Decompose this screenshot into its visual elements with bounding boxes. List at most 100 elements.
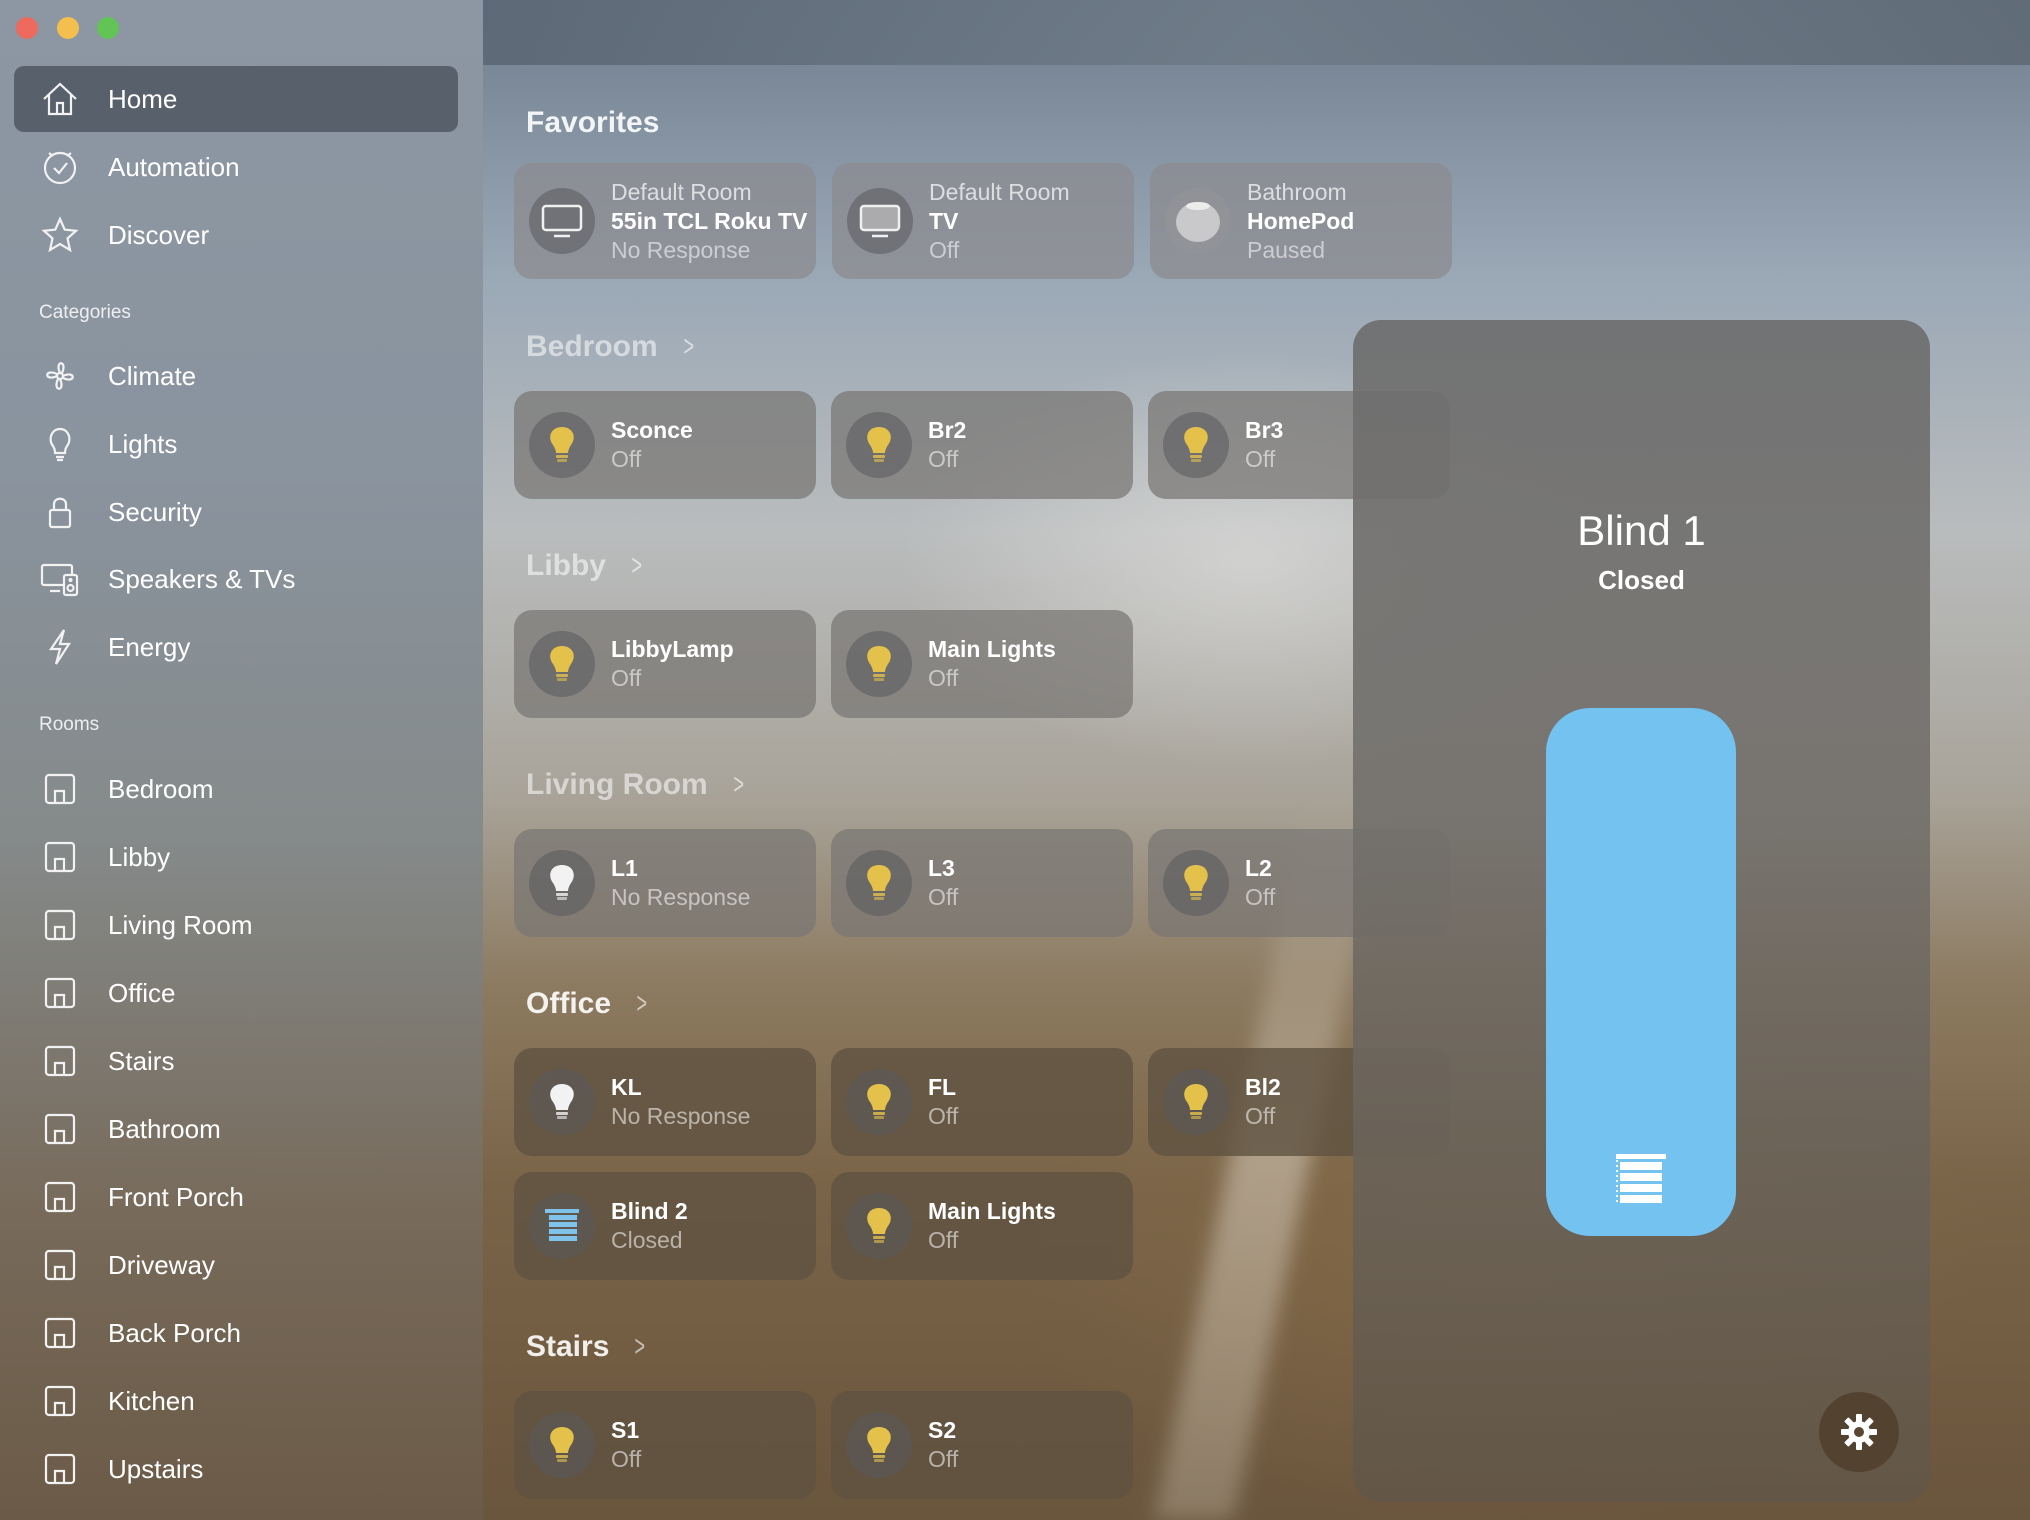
- sidebar-item-label: Speakers & TVs: [108, 563, 296, 594]
- living-room-heading[interactable]: Living Room >: [526, 768, 747, 802]
- sidebar-item-back-porch[interactable]: Back Porch: [14, 1300, 458, 1366]
- tile-status: No Response: [611, 1103, 751, 1129]
- bedroom-heading[interactable]: Bedroom >: [526, 330, 697, 364]
- sidebar-item-climate[interactable]: Climate: [14, 343, 458, 409]
- categories-heading: Categories: [39, 302, 131, 323]
- favorite-tile-homepod[interactable]: Bathroom HomePod Paused: [1150, 163, 1452, 279]
- tile-status: Off: [929, 236, 960, 263]
- chevron-right-icon: >: [636, 987, 648, 1020]
- room-icon: [38, 835, 82, 879]
- accessory-tile-l1[interactable]: L1 No Response: [514, 829, 816, 937]
- section-title-label: Living Room: [526, 768, 708, 801]
- tile-status: Off: [928, 1227, 959, 1253]
- sidebar-item-discover[interactable]: Discover: [14, 202, 458, 268]
- office-heading[interactable]: Office >: [526, 987, 651, 1021]
- tile-status: Off: [928, 446, 959, 472]
- section-title-label: Stairs: [526, 1330, 610, 1363]
- tile-name: Blind 2: [611, 1198, 688, 1224]
- tile-name: Sconce: [611, 417, 693, 443]
- tile-status: Off: [1245, 1103, 1276, 1129]
- accessory-settings-button[interactable]: [1819, 1392, 1899, 1472]
- tile-name: S2: [928, 1417, 957, 1443]
- close-window-button[interactable]: [16, 17, 38, 39]
- sidebar-item-front-porch[interactable]: Front Porch: [14, 1164, 458, 1230]
- accessory-tile-sconce[interactable]: Sconce Off: [514, 391, 816, 499]
- zoom-window-button[interactable]: [97, 17, 119, 39]
- chevron-right-icon: >: [631, 549, 643, 582]
- sidebar-item-label: Upstairs: [108, 1453, 204, 1484]
- sidebar-item-kitchen[interactable]: Kitchen: [14, 1368, 458, 1434]
- tile-status: Off: [928, 1103, 959, 1129]
- lightbulb-icon: [846, 1193, 912, 1259]
- fan-icon: [38, 354, 82, 398]
- tile-name: HomePod: [1247, 207, 1355, 234]
- favorite-tile-tv[interactable]: Default Room TV Off: [832, 163, 1134, 279]
- sidebar-item-bathroom[interactable]: Bathroom: [14, 1096, 458, 1162]
- blind-position-slider[interactable]: [1546, 708, 1736, 1236]
- sidebar-item-living-room[interactable]: Living Room: [14, 892, 458, 958]
- accessory-tile-s2[interactable]: S2 Off: [831, 1391, 1133, 1499]
- room-icon: [38, 1107, 82, 1151]
- tile-name: Br2: [928, 417, 967, 443]
- room-icon: [38, 767, 82, 811]
- accessory-tile-s1[interactable]: S1 Off: [514, 1391, 816, 1499]
- room-icon: [38, 1379, 82, 1423]
- favorite-tile-roku-tv[interactable]: Default Room 55in TCL Roku TV No Respons…: [514, 163, 816, 279]
- section-title-label: Office: [526, 987, 612, 1020]
- tile-status: Off: [1245, 884, 1276, 910]
- sidebar-item-automation[interactable]: Automation: [14, 134, 458, 200]
- accessory-tile-main-lights[interactable]: Main Lights Off: [831, 610, 1133, 718]
- tile-name: LibbyLamp: [611, 636, 734, 662]
- accessory-tile-blind-2[interactable]: Blind 2 Closed: [514, 1172, 816, 1280]
- accessory-tile-l3[interactable]: L3 Off: [831, 829, 1133, 937]
- sidebar-item-label: Office: [108, 977, 176, 1008]
- libby-heading[interactable]: Libby >: [526, 549, 646, 583]
- detail-accessory-name: Blind 1: [1577, 507, 1706, 554]
- sidebar-item-stairs[interactable]: Stairs: [14, 1028, 458, 1094]
- sidebar-item-label: Bedroom: [108, 773, 214, 804]
- sidebar-item-home[interactable]: Home: [14, 66, 458, 132]
- tile-name: FL: [928, 1074, 957, 1100]
- sidebar-item-bedroom[interactable]: Bedroom: [14, 756, 458, 822]
- sidebar-item-upstairs[interactable]: Upstairs: [14, 1436, 458, 1502]
- sidebar: Home Automation Discover Categories Clim…: [0, 0, 483, 1520]
- detail-accessory-status: Closed: [1598, 565, 1685, 595]
- tile-room: Bathroom: [1247, 178, 1347, 205]
- sidebar-item-libby[interactable]: Libby: [14, 824, 458, 890]
- section-title-label: Bedroom: [526, 330, 658, 363]
- minimize-window-button[interactable]: [57, 17, 79, 39]
- sidebar-item-label: Driveway: [108, 1249, 215, 1280]
- sidebar-item-lights[interactable]: Lights: [14, 411, 458, 477]
- accessory-tile-libbylamp[interactable]: LibbyLamp Off: [514, 610, 816, 718]
- tile-name: TV: [929, 207, 959, 234]
- room-icon: [38, 903, 82, 947]
- tile-name: L3: [928, 855, 955, 881]
- accessory-tile-br2[interactable]: Br2 Off: [831, 391, 1133, 499]
- accessory-tile-main-lights[interactable]: Main Lights Off: [831, 1172, 1133, 1280]
- favorites-heading: Favorites: [526, 106, 659, 140]
- tile-room: Default Room: [929, 178, 1070, 205]
- lightbulb-icon: [1163, 1069, 1229, 1135]
- sidebar-item-speakers-tvs[interactable]: Speakers & TVs: [14, 546, 458, 612]
- lightbulb-icon: [529, 631, 595, 697]
- sidebar-item-energy[interactable]: Energy: [14, 614, 458, 680]
- lightbulb-icon: [1163, 850, 1229, 916]
- blinds-icon: [529, 1193, 595, 1259]
- sidebar-item-office[interactable]: Office: [14, 960, 458, 1026]
- room-icon: [38, 1039, 82, 1083]
- lock-icon: [38, 490, 82, 534]
- tile-name: Main Lights: [928, 636, 1056, 662]
- accessory-tile-kl[interactable]: KL No Response: [514, 1048, 816, 1156]
- star-icon: [38, 213, 82, 257]
- sidebar-item-driveway[interactable]: Driveway: [14, 1232, 458, 1298]
- accessory-tile-fl[interactable]: FL Off: [831, 1048, 1133, 1156]
- tv-icon: [847, 188, 913, 254]
- sidebar-item-label: Living Room: [108, 909, 253, 940]
- tile-status: Off: [928, 665, 959, 691]
- tile-name: Br3: [1245, 417, 1284, 443]
- sidebar-item-security[interactable]: Security: [14, 479, 458, 545]
- tile-name: L2: [1245, 855, 1272, 881]
- chevron-right-icon: >: [733, 768, 744, 801]
- stairs-heading[interactable]: Stairs >: [526, 1330, 649, 1364]
- tile-name: Main Lights: [928, 1198, 1056, 1224]
